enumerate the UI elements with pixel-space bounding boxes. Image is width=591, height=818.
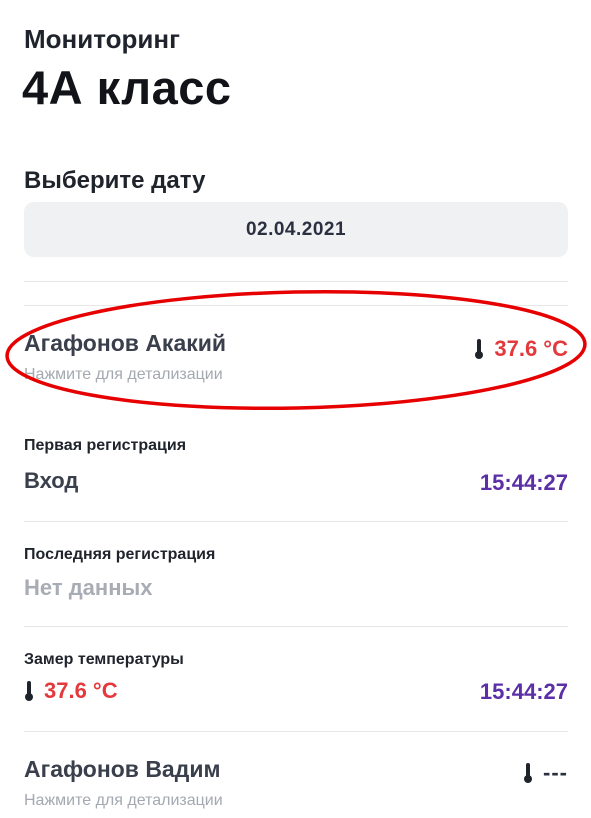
thermometer-icon (524, 763, 533, 783)
page-subtitle: Мониторинг (24, 24, 180, 54)
highlight-ellipse (5, 289, 587, 411)
divider (24, 731, 568, 732)
last-registration-label: Последняя регистрация (24, 546, 216, 563)
detail-hint: Нажмите для детализации (24, 792, 223, 809)
student-row[interactable]: Агафонов Вадим Нажмите для детализации -… (24, 744, 568, 816)
first-registration-label: Первая регистрация (24, 437, 187, 454)
date-picker-field[interactable]: 02.04.2021 (24, 202, 568, 257)
divider (24, 626, 568, 627)
student-temperature: --- (523, 760, 568, 786)
thermometer-icon (25, 681, 33, 701)
date-label: Выберите дату (24, 167, 206, 194)
date-value: 02.04.2021 (245, 218, 347, 240)
student-name: Агафонов Вадим (24, 756, 221, 782)
page-title: 4А класс (22, 61, 232, 114)
temperature-measure-value-row: 37.6 °C (24, 678, 118, 704)
temperature-measure-label: Замер температуры (24, 651, 184, 668)
divider (24, 521, 568, 522)
first-registration-time: 15:44:27 (479, 470, 568, 495)
temperature-measure-time: 15:44:27 (479, 679, 568, 704)
first-registration-value: Вход (24, 468, 79, 493)
divider (24, 281, 568, 282)
temperature-measure-value: 37.6 °C (44, 678, 118, 703)
temperature-value: --- (543, 760, 568, 785)
last-registration-value: Нет данных (24, 575, 153, 600)
